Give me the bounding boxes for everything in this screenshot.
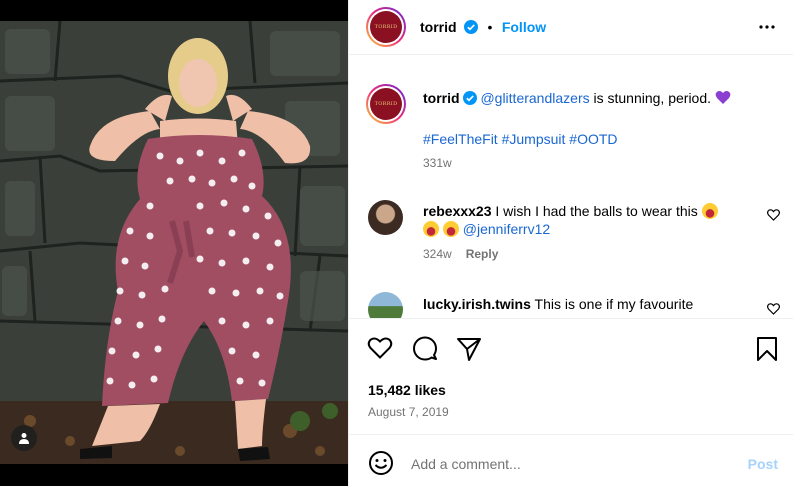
likes-count[interactable]: 15,482 likes	[368, 382, 446, 398]
comment-item: rebexxx23 I wish I had the balls to wear…	[349, 196, 793, 276]
brand-logo: TORRID	[370, 11, 402, 43]
reply-button[interactable]: Reply	[466, 247, 499, 261]
caption-hashtags[interactable]: #FeelTheFit #Jumpsuit #OOTD	[423, 130, 618, 148]
verified-icon	[464, 20, 479, 34]
comment-username[interactable]: lucky.irish.twins	[423, 296, 531, 312]
follow-button[interactable]: Follow	[502, 19, 546, 35]
comments-list[interactable]: TORRID torrid @glitterandlazers is stunn…	[349, 56, 793, 318]
purple-heart-icon	[715, 91, 731, 104]
account-username[interactable]: torrid	[420, 19, 457, 35]
laughing-emoji-icon	[701, 203, 718, 219]
account-avatar[interactable]: TORRID	[366, 7, 406, 47]
brand-logo: TORRID	[370, 88, 402, 120]
post-date: August 7, 2019	[368, 405, 449, 419]
emoji-icon[interactable]	[368, 450, 394, 476]
comment-like-icon[interactable]	[767, 303, 780, 315]
caption: TORRID torrid @glitterandlazers is stunn…	[349, 56, 793, 181]
comment-icon[interactable]	[412, 336, 438, 362]
caption-username[interactable]: torrid	[423, 90, 460, 106]
comment-age: 324w	[423, 247, 452, 261]
post-photo[interactable]	[0, 21, 348, 464]
comment-item: lucky.irish.twins This is one if my favo…	[349, 289, 793, 318]
more-options-icon[interactable]	[758, 18, 776, 36]
save-icon[interactable]	[756, 336, 778, 362]
commenter-avatar[interactable]	[368, 292, 403, 318]
heart-icon[interactable]	[367, 336, 393, 360]
comment-text: This is one if my favourite	[530, 296, 694, 312]
caption-avatar[interactable]: TORRID	[366, 84, 406, 124]
comment-like-icon[interactable]	[767, 209, 780, 221]
verified-icon	[462, 91, 477, 105]
post-header: TORRID torrid • Follow	[349, 0, 793, 55]
comment-mention[interactable]: @jenniferrv12	[463, 221, 550, 237]
caption-age: 331w	[423, 156, 452, 170]
user-tag-button[interactable]	[11, 425, 37, 451]
comment-text: I wish I had the balls to wear this	[491, 203, 702, 219]
comment-username[interactable]: rebexxx23	[423, 203, 492, 219]
post-comment-button[interactable]: Post	[748, 456, 778, 472]
add-comment-bar: Add a comment... Post	[349, 434, 793, 486]
comment-input[interactable]: Add a comment...	[411, 456, 521, 472]
share-icon[interactable]	[456, 336, 482, 362]
separator-dot: •	[487, 19, 493, 35]
laughing-emoji-icon	[423, 221, 439, 237]
caption-mention[interactable]: @glitterandlazers	[480, 90, 589, 106]
commenter-avatar[interactable]	[368, 200, 403, 235]
post-media	[0, 0, 348, 486]
caption-text: is stunning, period.	[589, 90, 715, 106]
laughing-emoji-icon	[442, 221, 459, 237]
post-side-panel: TORRID torrid • Follow TORRID torrid @gl…	[348, 0, 793, 486]
user-tag-icon	[19, 433, 29, 444]
post-actions: 15,482 likes August 7, 2019	[349, 318, 793, 434]
